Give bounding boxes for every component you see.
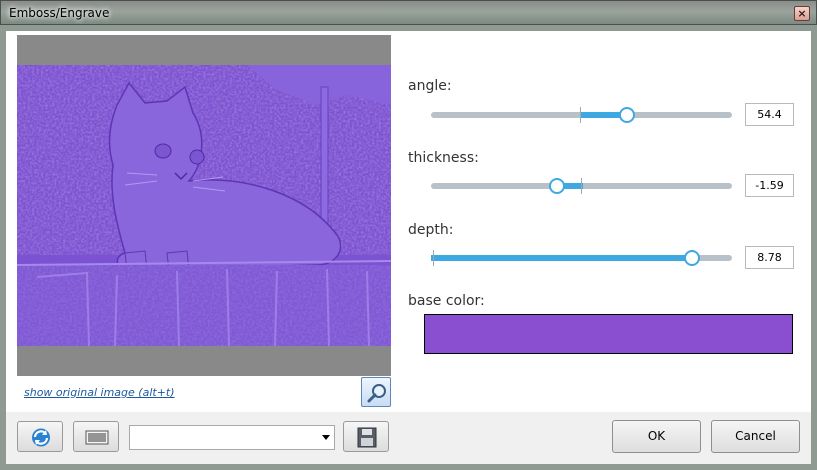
depth-value-field[interactable]: 8.78 (745, 246, 794, 269)
randomize-button[interactable] (73, 421, 119, 452)
close-icon: × (797, 7, 807, 20)
refresh-icon (32, 428, 50, 447)
cancel-button[interactable]: Cancel (711, 420, 800, 453)
save-preset-button[interactable] (343, 421, 389, 452)
preview-image[interactable] (17, 65, 391, 346)
base-color-swatch[interactable] (424, 314, 793, 354)
zoom-button[interactable] (361, 377, 391, 407)
window-title: Emboss/Engrave (9, 6, 110, 20)
ok-button[interactable]: OK (612, 420, 701, 453)
thickness-label: thickness: (408, 150, 479, 166)
close-button[interactable]: × (794, 6, 810, 21)
magnifier-icon (367, 384, 386, 403)
preset-dropdown[interactable] (129, 425, 335, 450)
thickness-slider[interactable] (431, 178, 732, 194)
angle-label: angle: (408, 78, 452, 94)
base-color-label: base color: (408, 293, 485, 309)
title-bar: Emboss/Engrave × (0, 0, 817, 25)
depth-label: depth: (408, 222, 454, 238)
depth-slider[interactable] (431, 250, 732, 266)
thickness-value-field[interactable]: -1.59 (745, 174, 794, 197)
chevron-down-icon (322, 435, 330, 440)
angle-slider-center-tick (580, 107, 581, 123)
depth-slider-fill (431, 255, 692, 261)
angle-value-field[interactable]: 54.4 (745, 103, 794, 126)
barcode-icon (85, 430, 109, 445)
show-original-link[interactable]: show original image (alt+t) (24, 386, 175, 399)
angle-slider[interactable] (431, 107, 732, 123)
save-disk-icon (357, 427, 377, 448)
thickness-slider-center-tick (581, 178, 582, 194)
refresh-button[interactable] (17, 421, 63, 452)
depth-slider-thumb[interactable] (683, 250, 700, 266)
depth-slider-start-tick (433, 250, 434, 266)
